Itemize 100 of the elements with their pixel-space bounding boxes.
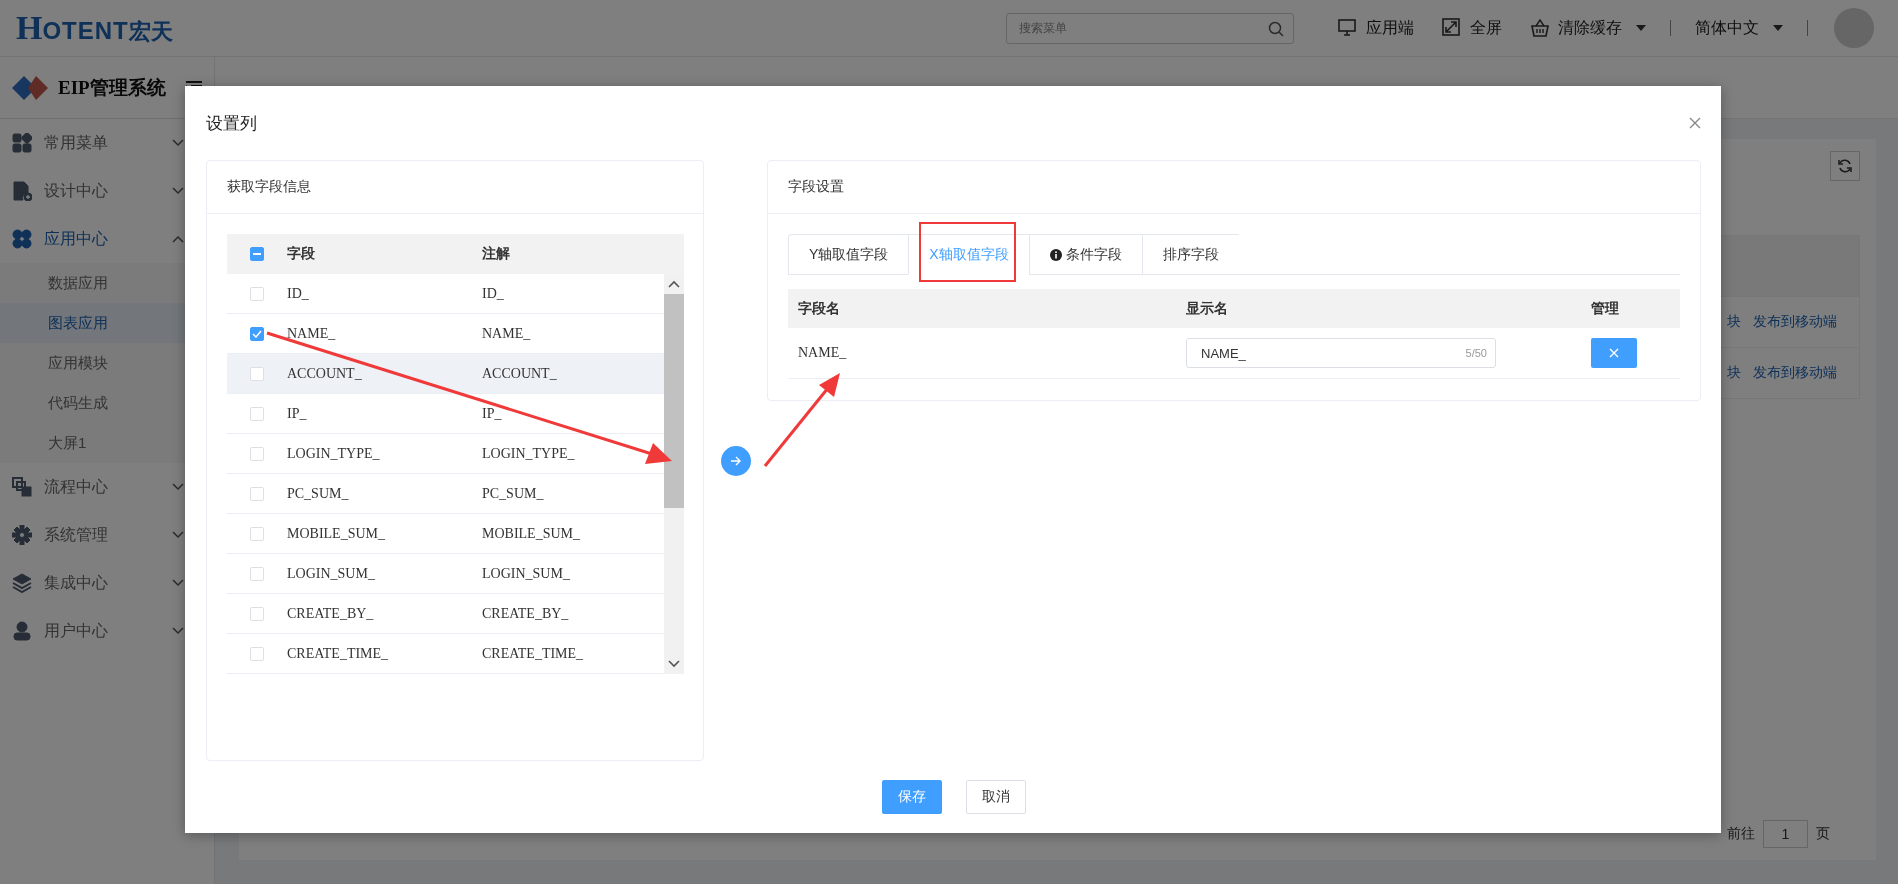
character-counter: 5/50 <box>1465 347 1487 359</box>
chevron-down-icon <box>172 139 184 147</box>
logo-icon <box>12 75 48 100</box>
table-cell-text: ID_ <box>287 285 310 302</box>
header-action[interactable]: 应用端 <box>1338 17 1414 39</box>
table-row[interactable]: IP_ IP_ <box>227 394 664 434</box>
action-label: 清除缓存 <box>1558 17 1622 38</box>
logo-text: OTENT <box>42 17 129 45</box>
table-cell-text: MOBILE_SUM_ <box>287 525 386 542</box>
tab[interactable]: X轴取值字段 <box>908 234 1029 275</box>
column-header: 字段名 <box>797 299 841 318</box>
sidebar-item[interactable]: 流程中心 <box>0 463 214 511</box>
table-cell-text: CREATE_TIME_ <box>287 645 390 662</box>
avatar[interactable] <box>1834 8 1874 48</box>
panel-title: 获取字段信息 <box>207 161 703 214</box>
pagination-label: 页 <box>1816 825 1830 843</box>
chevron-up-icon <box>172 235 184 243</box>
sidebar-item[interactable]: 应用中心 <box>0 215 214 263</box>
user-icon <box>12 621 32 641</box>
sidebar-item[interactable]: 用户中心 <box>0 607 214 655</box>
pagination-label: 前往 <box>1727 825 1755 843</box>
sidebar-item[interactable]: 集成中心 <box>0 559 214 607</box>
table-link[interactable]: 发布到移动端 <box>1753 364 1837 382</box>
move-right-button[interactable] <box>720 445 751 476</box>
scroll-down-icon <box>668 660 680 668</box>
search-icon <box>1268 20 1284 37</box>
table-link[interactable]: 块 <box>1727 313 1741 331</box>
table-cell-text: LOGIN_TYPE_ <box>482 445 576 462</box>
table-cell-text: CREATE_BY_ <box>287 605 375 622</box>
chevron-down-icon <box>172 579 184 587</box>
scrollbar[interactable] <box>664 274 684 674</box>
column-header: 注解 <box>482 245 511 263</box>
table-row[interactable]: ID_ ID_ <box>227 274 664 314</box>
panel-title: 字段设置 <box>768 161 1700 214</box>
grid-icon <box>12 133 32 153</box>
document-icon <box>12 181 32 201</box>
scroll-up-icon <box>668 280 680 288</box>
table-cell-text: CREATE_BY_ <box>482 605 570 622</box>
arrow-right-icon <box>729 455 742 466</box>
basket-icon <box>1530 18 1550 38</box>
logo-letter: H <box>16 9 43 47</box>
logo-text: 宏天 <box>128 18 173 46</box>
expand-icon <box>1442 18 1462 38</box>
action-label: 全屏 <box>1470 17 1502 38</box>
save-button[interactable]: 保存 <box>881 780 942 814</box>
check-icon <box>252 329 262 338</box>
table-row[interactable]: CREATE_BY_ CREATE_BY_ <box>227 594 664 634</box>
refresh-icon <box>1837 158 1853 174</box>
chevron-down-icon <box>172 483 184 491</box>
scroll-thumb[interactable] <box>664 294 684 508</box>
column-header: 字段 <box>287 245 316 263</box>
table-cell-text: NAME_ <box>287 325 337 342</box>
cancel-button[interactable]: 取消 <box>965 780 1026 814</box>
close-icon <box>1609 348 1619 358</box>
column-header: 显示名 <box>1186 299 1229 318</box>
chevron-down-icon <box>172 187 184 195</box>
table-link[interactable]: 块 <box>1727 364 1741 382</box>
checkbox[interactable] <box>250 326 264 341</box>
tab[interactable]: 条件字段 <box>1028 234 1142 275</box>
table-row[interactable]: LOGIN_SUM_ LOGIN_SUM_ <box>227 554 664 594</box>
header-action[interactable]: 清除缓存 <box>1530 17 1646 39</box>
dialog-title: 设置列 <box>206 112 257 135</box>
info-icon <box>1049 248 1062 261</box>
chevron-down-icon <box>172 531 184 539</box>
sidebar-item[interactable]: 系统管理 <box>0 511 214 559</box>
page-input[interactable]: 1 <box>1763 820 1808 848</box>
text-field[interactable]: NAME_ 5/50 <box>1186 338 1496 368</box>
table-cell-text: PC_SUM_ <box>482 485 545 502</box>
table-cell-text: LOGIN_TYPE_ <box>287 445 381 462</box>
layers-icon <box>12 573 32 593</box>
clover-icon <box>12 229 32 249</box>
column-header: 管理 <box>1590 299 1620 318</box>
table-cell-text: CREATE_TIME_ <box>482 645 585 662</box>
table-cell-text: NAME_ <box>482 325 532 342</box>
table-cell-text: IP_ <box>482 405 503 422</box>
system-title: EIP管理系统 <box>58 75 167 100</box>
table-cell-text: NAME_ <box>797 345 848 361</box>
language-select[interactable]: 简体中文 <box>1695 17 1783 39</box>
gear-icon <box>12 525 32 545</box>
header-action[interactable]: 全屏 <box>1442 17 1502 39</box>
table-cell-text: PC_SUM_ <box>287 485 350 502</box>
chevron-down-icon <box>172 627 184 635</box>
checkbox[interactable] <box>250 247 264 261</box>
table-row[interactable]: PC_SUM_ PC_SUM_ <box>227 474 664 514</box>
table-cell-text: ID_ <box>482 285 505 302</box>
table-row[interactable]: ACCOUNT_ ACCOUNT_ <box>227 354 664 394</box>
refresh-button[interactable] <box>1830 151 1860 181</box>
table-link[interactable]: 发布到移动端 <box>1753 313 1837 331</box>
tab[interactable]: Y轴取值字段 <box>788 234 909 275</box>
action-label: 应用端 <box>1366 17 1414 38</box>
delete-button[interactable] <box>1591 338 1637 368</box>
table-row[interactable]: CREATE_TIME_ CREATE_TIME_ <box>227 634 664 674</box>
squares-icon <box>12 477 32 497</box>
monitor-icon <box>1338 18 1358 38</box>
table-cell-text: LOGIN_SUM_ <box>287 565 376 582</box>
table-cell-text: LOGIN_SUM_ <box>482 565 571 582</box>
tab[interactable]: 排序字段 <box>1141 234 1239 275</box>
table-cell-text: ACCOUNT_ <box>287 365 363 382</box>
close-icon <box>1689 117 1701 129</box>
table-row[interactable]: MOBILE_SUM_ MOBILE_SUM_ <box>227 514 664 554</box>
